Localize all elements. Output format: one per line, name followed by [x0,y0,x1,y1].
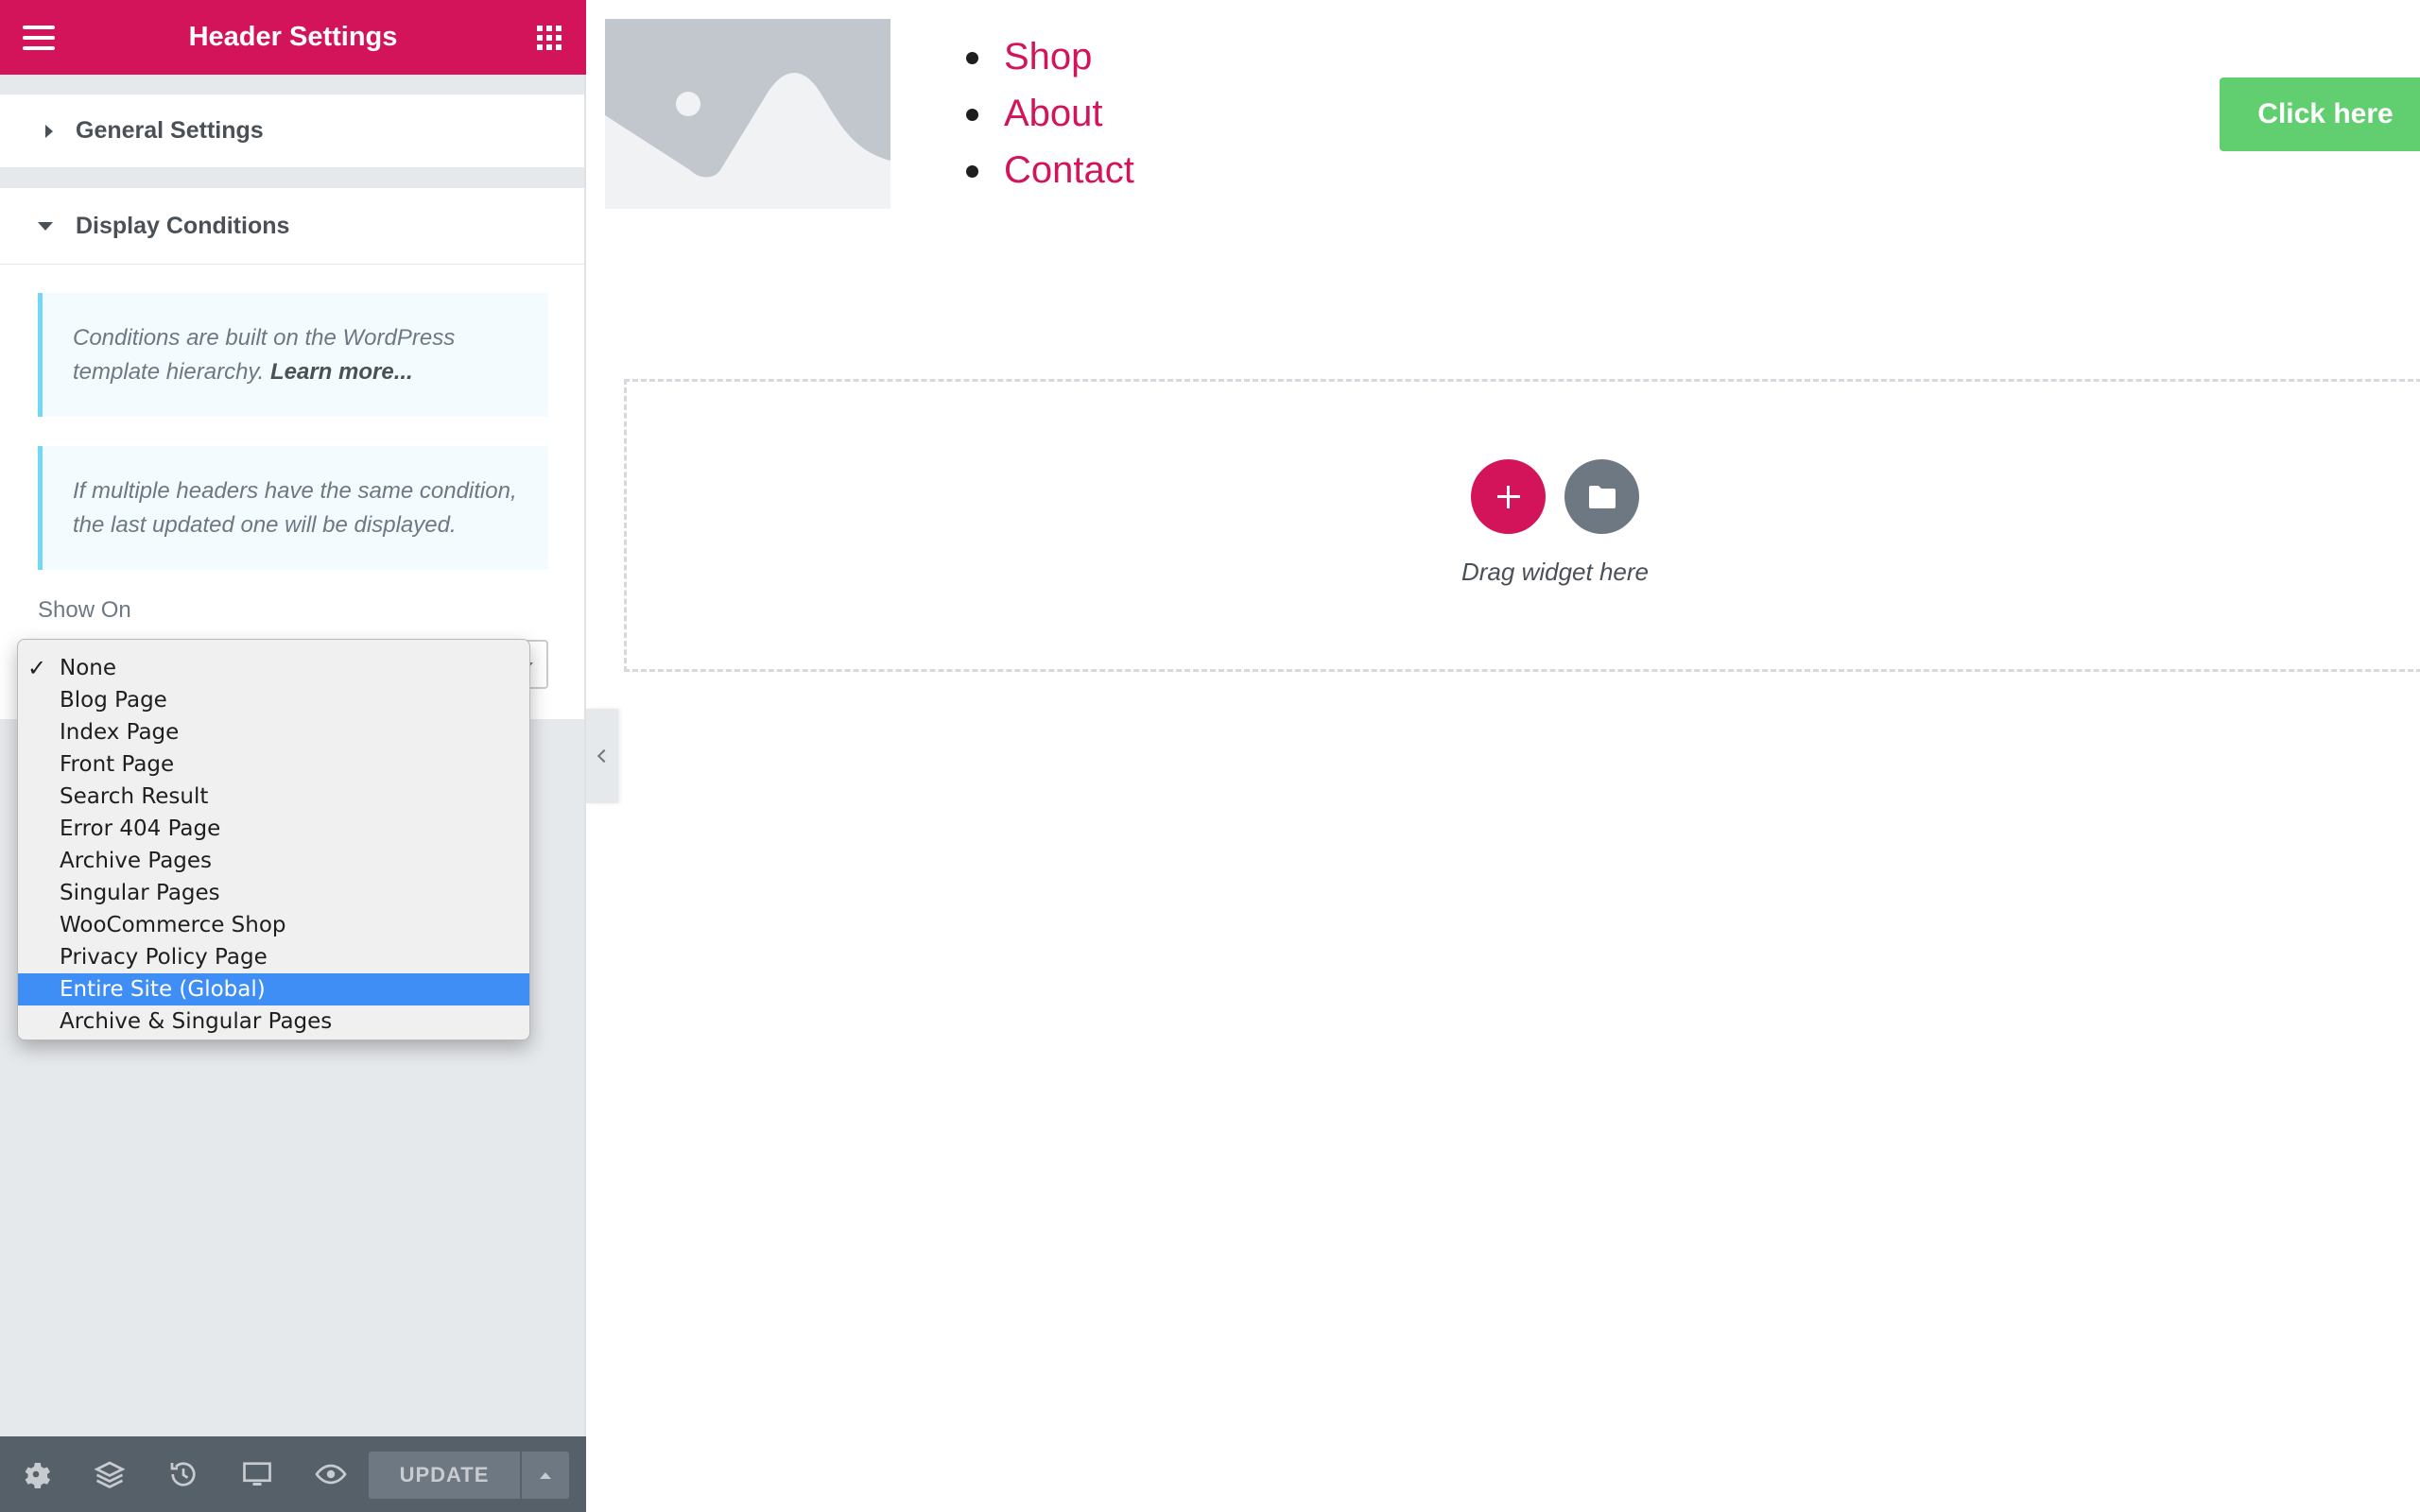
dropdown-option[interactable]: Singular Pages [18,877,529,909]
dropdown-option-label: Index Page [60,720,180,745]
caret-up-icon [540,1471,551,1479]
dropdown-option-label: Privacy Policy Page [60,945,268,970]
dropdown-option[interactable]: Blog Page [18,684,529,716]
grid-icon[interactable] [537,26,562,50]
caret-right-icon [45,124,53,138]
nav-link-about[interactable]: About [1004,93,1103,134]
dropdown-option-label: None [60,656,117,680]
nav-item: Contact [964,142,1134,198]
hamburger-icon[interactable] [23,26,55,50]
image-placeholder-icon [605,19,890,209]
dropdown-option[interactable]: Index Page [18,716,529,748]
dropdown-option-label: Archive & Singular Pages [60,1009,333,1034]
section-general-settings[interactable]: General Settings [0,94,584,167]
dropdown-option[interactable]: Privacy Policy Page [18,941,529,973]
dropdown-option-label: WooCommerce Shop [60,913,286,937]
learn-more-link[interactable]: Learn more... [270,359,413,385]
dropdown-option-label: Archive Pages [60,849,213,873]
notice-conditions: Conditions are built on the WordPress te… [38,293,548,417]
panel-footer: UPDATE [0,1436,586,1512]
collapse-panel-button[interactable] [586,709,618,803]
caret-down-icon [38,221,53,231]
drag-widget-text: Drag widget here [1461,558,1649,586]
dropdown-option[interactable]: WooCommerce Shop [18,909,529,941]
dropdown-option[interactable]: Error 404 Page [18,813,529,845]
dropdown-option[interactable]: Archive & Singular Pages [18,1005,529,1038]
section-label: Display Conditions [76,212,290,239]
desktop-icon[interactable] [240,1457,274,1491]
panel-header: Header Settings [0,0,586,75]
dropdown-option-label: Search Result [60,784,209,809]
dropdown-option[interactable]: Front Page [18,748,529,781]
nav-link-contact[interactable]: Contact [1004,149,1134,191]
nav-item: About [964,85,1134,142]
dropdown-option-label: Entire Site (Global) [60,977,266,1002]
panel-title: Header Settings [188,22,398,52]
section-display-conditions[interactable]: Display Conditions [0,188,584,264]
folder-icon [1588,485,1616,508]
click-here-button[interactable]: Click here [2220,77,2420,151]
dropdown-option[interactable]: ✓ None [18,652,529,684]
notice-text: If multiple headers have the same condit… [73,477,517,538]
dropdown-option-label: Blog Page [60,688,167,713]
section-label: General Settings [76,117,264,144]
layers-icon[interactable] [93,1457,127,1491]
template-library-button[interactable] [1564,459,1639,534]
dropdown-option[interactable]: Search Result [18,781,529,813]
gear-icon[interactable] [19,1457,53,1491]
chevron-left-icon [596,748,612,764]
dropdown-option[interactable]: Archive Pages [18,845,529,877]
history-icon[interactable] [166,1457,200,1491]
eye-icon[interactable] [314,1457,348,1491]
show-on-dropdown[interactable]: ✓ None Blog Page Index Page Front Page Search… [17,639,530,1040]
update-button[interactable]: UPDATE [369,1452,520,1499]
nav-menu: Shop About Contact [964,28,1134,198]
nav-link-shop[interactable]: Shop [1004,36,1092,77]
dropdown-option-label: Error 404 Page [60,816,221,841]
notice-multiple-headers: If multiple headers have the same condit… [38,446,548,570]
dropdown-option-label: Front Page [60,752,175,777]
show-on-label: Show On [38,597,131,623]
update-options-button[interactable] [522,1452,569,1499]
add-section-button[interactable] [1471,459,1546,534]
image-placeholder[interactable] [605,19,890,209]
dropdown-option-label: Singular Pages [60,881,220,905]
dropdown-option[interactable]: Entire Site (Global) [18,973,529,1005]
checkmark-icon: ✓ [27,655,47,681]
nav-item: Shop [964,28,1134,85]
